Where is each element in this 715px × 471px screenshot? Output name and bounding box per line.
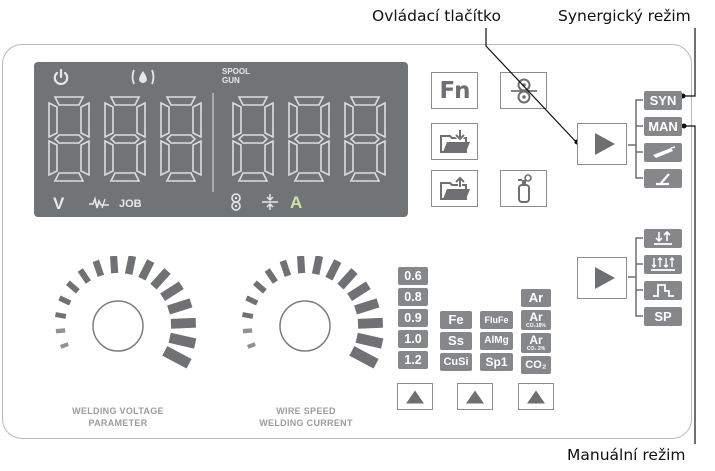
knob-tick xyxy=(92,259,105,277)
knob-dial xyxy=(92,300,144,352)
knob-tick xyxy=(242,328,253,334)
diameter-1-2: 1.2 xyxy=(398,351,428,369)
knob-dial xyxy=(279,300,331,352)
trigger-mode-button[interactable] xyxy=(577,257,627,299)
voltage-label-line1: WELDING VOLTAGE xyxy=(72,406,164,416)
gas-ar-co2-2: Ar CO₂ 2% xyxy=(521,333,551,353)
up-triangle-icon xyxy=(466,390,484,403)
mig-torch-indicator xyxy=(644,143,682,162)
gas-ar-co2-18: Ar CO₂18% xyxy=(521,310,551,330)
diameter-0-8: 0.8 xyxy=(398,288,428,306)
knob-tick xyxy=(150,268,171,290)
knob-tick xyxy=(349,346,379,369)
knob-tick xyxy=(138,259,155,281)
knob-tick xyxy=(59,342,69,349)
knob-tick xyxy=(77,268,91,284)
knob-tick xyxy=(242,312,254,319)
gas-ar-co2-2-main: Ar xyxy=(529,333,543,347)
material-select-button[interactable] xyxy=(457,383,493,410)
knob-tick xyxy=(110,256,119,274)
trigger-4t-indicator xyxy=(644,255,682,274)
syn-indicator: SYN xyxy=(644,91,682,110)
gas-ar-co2-18-sub: CO₂18% xyxy=(526,323,546,329)
crater-fill-indicator xyxy=(644,281,682,300)
crater-fill-icon xyxy=(653,284,674,297)
trigger-4t-icon xyxy=(651,257,675,271)
mma-indicator xyxy=(644,169,682,188)
voltage-label-line2: PARAMETER xyxy=(88,418,148,428)
gas-ar-co2-2-sub: CO₂ 2% xyxy=(526,346,546,352)
knob-tick xyxy=(246,342,256,349)
gas-select-button[interactable] xyxy=(518,383,554,410)
diameter-select-button[interactable] xyxy=(397,383,433,410)
material-fe: Fe xyxy=(440,311,472,329)
knob-tick xyxy=(355,332,384,349)
electrode-icon xyxy=(656,173,670,186)
knob-tick xyxy=(55,328,66,334)
mode-select-button[interactable] xyxy=(577,123,627,165)
diameter-0-9: 0.9 xyxy=(398,309,428,327)
voltage-knob-label: WELDING VOLTAGE PARAMETER xyxy=(48,405,188,429)
knob-tick xyxy=(337,268,358,290)
knob-tick xyxy=(168,332,197,349)
diameter-1-0: 1.0 xyxy=(398,330,428,348)
callout-lines xyxy=(485,28,696,444)
trigger-2t-icon xyxy=(654,230,672,245)
up-triangle-icon xyxy=(406,390,424,403)
knob-tick xyxy=(264,268,278,284)
voltage-knob[interactable] xyxy=(36,256,200,388)
wire-speed-knob-label: WIRE SPEED WELDING CURRENT xyxy=(236,405,376,429)
knob-tick xyxy=(279,259,292,277)
gas-co2: CO₂ xyxy=(521,356,551,374)
knob-tick xyxy=(170,317,197,329)
knob-tick xyxy=(162,346,192,369)
material-cusi: CuSi xyxy=(440,353,472,371)
knob-tick xyxy=(58,295,72,306)
knob-tick xyxy=(297,256,306,274)
wire-type-list: FluFe AlMg Sp1 xyxy=(480,311,513,371)
wire-speed-knob[interactable] xyxy=(223,256,387,388)
wire-speed-label-line2: WELDING CURRENT xyxy=(259,418,353,428)
material-list: Fe Ss CuSi xyxy=(440,311,472,371)
wire-flufe: FluFe xyxy=(480,311,513,329)
knob-tick xyxy=(124,256,137,275)
knob-tick xyxy=(167,298,193,315)
wire-speed-label-line1: WIRE SPEED xyxy=(276,406,336,416)
spot-indicator: SP xyxy=(644,307,682,326)
wire-sp1: Sp1 xyxy=(480,353,513,371)
wire-almg: AlMg xyxy=(480,332,513,350)
diameter-0-6: 0.6 xyxy=(398,267,428,285)
up-triangle-icon xyxy=(527,390,545,403)
play-icon xyxy=(595,267,615,289)
trigger-2t-indicator xyxy=(644,229,682,248)
knob-tick xyxy=(252,280,267,294)
gas-list: Ar Ar CO₂18% Ar CO₂ 2% CO₂ xyxy=(521,289,551,374)
knob-tick xyxy=(55,312,67,319)
knob-tick xyxy=(354,298,380,315)
knob-tick xyxy=(245,295,259,306)
man-indicator: MAN xyxy=(644,117,682,136)
play-icon xyxy=(595,133,615,155)
wire-diameter-list: 0.6 0.8 0.9 1.0 1.2 xyxy=(398,267,428,369)
material-ss: Ss xyxy=(440,332,472,350)
knob-tick xyxy=(347,281,371,302)
knob-tick xyxy=(325,259,342,281)
torch-icon xyxy=(653,146,676,158)
knob-tick xyxy=(160,281,184,302)
knob-tick xyxy=(311,256,324,275)
knob-tick xyxy=(357,317,384,329)
gas-ar-co2-18-main: Ar xyxy=(529,310,543,324)
gas-ar: Ar xyxy=(521,289,551,307)
knob-tick xyxy=(65,280,80,294)
